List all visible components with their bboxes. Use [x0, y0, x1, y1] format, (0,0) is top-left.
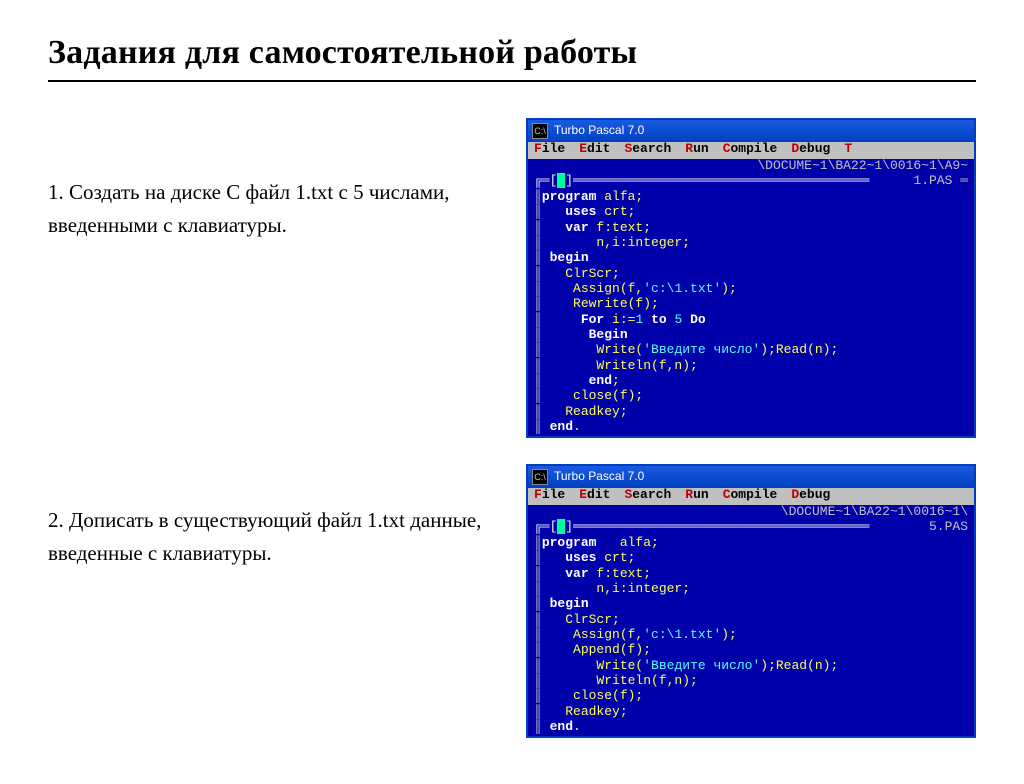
- divider: [48, 80, 976, 82]
- code-line: ║ begin: [534, 250, 968, 265]
- code-line: ║ Assign(f,'c:\1.txt');: [534, 281, 968, 296]
- code-line: ║ begin: [534, 596, 968, 611]
- menu-item[interactable]: T: [844, 142, 852, 159]
- frame-line: ══════════════════════════════════════: [573, 520, 929, 535]
- menu-item[interactable]: Run: [685, 142, 708, 159]
- menu-item[interactable]: Debug: [791, 488, 830, 505]
- menu-item[interactable]: Edit: [579, 142, 610, 159]
- titlebar: C:\ Turbo Pascal 7.0: [528, 466, 974, 488]
- task-1-text: 1. Создать на диске С файл 1.txt с 5 чис…: [48, 118, 498, 241]
- path-readout: \DOCUME~1\BA22~1\0016~1\A9~: [528, 159, 974, 174]
- filename-label: 5.PAS: [929, 520, 968, 535]
- code-line: ║program alfa;: [534, 189, 968, 204]
- frame-top: ╔═[█] ══════════════════════════════════…: [528, 520, 974, 535]
- menu-item[interactable]: Search: [624, 488, 671, 505]
- menu-item[interactable]: Edit: [579, 488, 610, 505]
- code-line: ║ close(f);: [534, 688, 968, 703]
- code-line: ║ ClrScr;: [534, 612, 968, 627]
- code-line: ║ end;: [534, 373, 968, 388]
- code-line: ║ ClrScr;: [534, 266, 968, 281]
- code-line: ║ end.: [534, 419, 968, 434]
- code-line: ║ For i:=1 to 5 Do: [534, 312, 968, 327]
- code-line: ║ var f:text;: [534, 220, 968, 235]
- slide: Задания для самостоятельной работы 1. Со…: [0, 0, 1024, 784]
- code-line: ║ uses crt;: [534, 204, 968, 219]
- menu-item[interactable]: Compile: [723, 142, 778, 159]
- turbo-pascal-window-1: C:\ Turbo Pascal 7.0 File Edit Search Ru…: [526, 118, 976, 438]
- menubar[interactable]: File Edit Search Run Compile Debug: [528, 488, 974, 505]
- menu-item[interactable]: File: [534, 488, 565, 505]
- code-line: ║ Readkey;: [534, 704, 968, 719]
- frame-corner: ╔═[█]: [534, 520, 573, 535]
- code-line: ║ close(f);: [534, 388, 968, 403]
- titlebar: C:\ Turbo Pascal 7.0: [528, 120, 974, 142]
- path-readout: \DOCUME~1\BA22~1\0016~1\: [528, 505, 974, 520]
- code-line: ║ var f:text;: [534, 566, 968, 581]
- code-line: ║ Rewrite(f);: [534, 296, 968, 311]
- code-line: ║ Begin: [534, 327, 968, 342]
- task-row-1: 1. Создать на диске С файл 1.txt с 5 чис…: [48, 118, 976, 438]
- code-line: ║ Write('Введите число');Read(n);: [534, 658, 968, 673]
- task-2-text: 2. Дописать в существующий файл 1.txt да…: [48, 464, 498, 569]
- menu-item[interactable]: File: [534, 142, 565, 159]
- frame-corner: ╔═[█]: [534, 174, 573, 189]
- turbo-pascal-window-2: C:\ Turbo Pascal 7.0 File Edit Search Ru…: [526, 464, 976, 738]
- code-line: ║ Append(f);: [534, 642, 968, 657]
- code-line: ║ Writeln(f,n);: [534, 358, 968, 373]
- code-line: ║ n,i:integer;: [534, 235, 968, 250]
- frame-top: ╔═[█] ══════════════════════════════════…: [528, 174, 974, 189]
- page-title: Задания для самостоятельной работы: [48, 34, 976, 72]
- code-line: ║ end.: [534, 719, 968, 734]
- menu-item[interactable]: Debug: [791, 142, 830, 159]
- task-row-2: 2. Дописать в существующий файл 1.txt да…: [48, 464, 976, 738]
- code-line: ║program alfa;: [534, 535, 968, 550]
- system-menu-icon[interactable]: C:\: [532, 469, 548, 485]
- code-line: ║ uses crt;: [534, 550, 968, 565]
- code-area: ║program alfa;║ uses crt;║ var f:text;║ …: [528, 535, 974, 736]
- system-menu-icon[interactable]: C:\: [532, 123, 548, 139]
- menu-item[interactable]: Run: [685, 488, 708, 505]
- menu-item[interactable]: Search: [624, 142, 671, 159]
- code-line: ║ n,i:integer;: [534, 581, 968, 596]
- menubar[interactable]: File Edit Search Run Compile Debug T: [528, 142, 974, 159]
- window-title: Turbo Pascal 7.0: [554, 124, 644, 138]
- code-line: ║ Writeln(f,n);: [534, 673, 968, 688]
- frame-line: ══════════════════════════════════════: [573, 174, 913, 189]
- menu-item[interactable]: Compile: [723, 488, 778, 505]
- code-line: ║ Write('Введите число');Read(n);: [534, 342, 968, 357]
- code-line: ║ Assign(f,'c:\1.txt');: [534, 627, 968, 642]
- filename-label: 1.PAS ═: [913, 174, 968, 189]
- code-line: ║ Readkey;: [534, 404, 968, 419]
- code-area: ║program alfa;║ uses crt;║ var f:text;║ …: [528, 189, 974, 436]
- window-title: Turbo Pascal 7.0: [554, 470, 644, 484]
